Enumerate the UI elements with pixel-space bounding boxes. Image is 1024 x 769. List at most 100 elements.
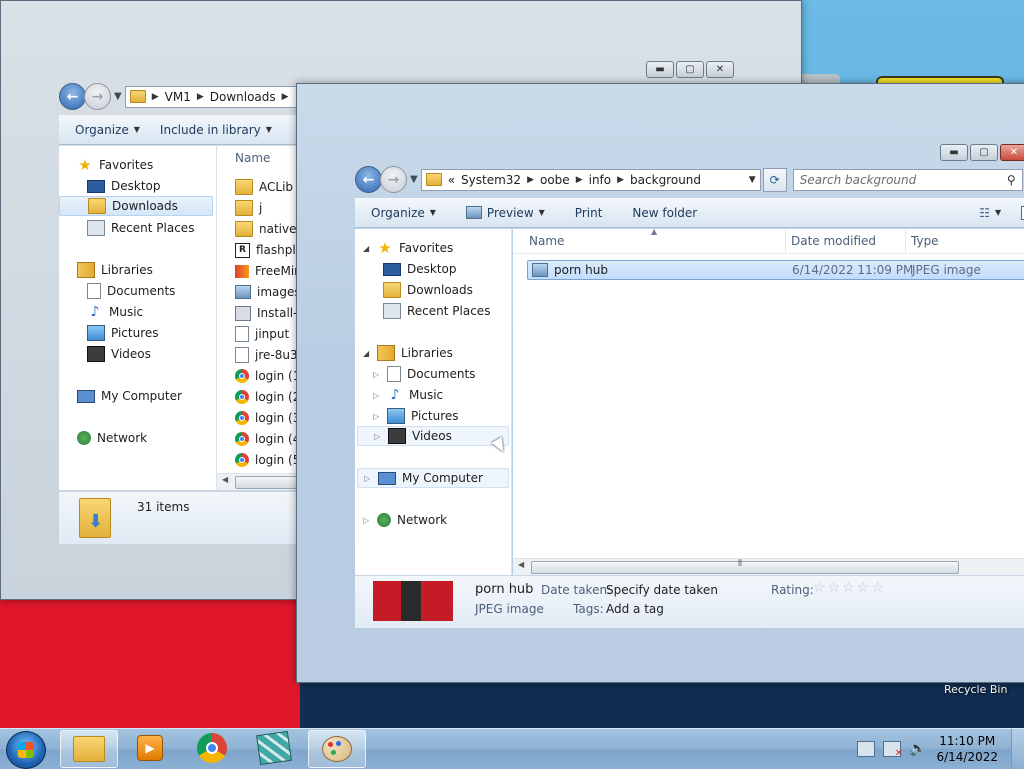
file-row[interactable]: porn hub 6/14/2022 11:09 PM JPEG image [527,260,1024,280]
breadcrumb-info[interactable]: info [589,173,612,187]
address-dropdown-icon[interactable]: ▼ [749,175,756,185]
column-divider[interactable] [905,229,906,253]
nav-libraries[interactable]: ◢ Libraries [363,343,453,363]
search-input[interactable]: Search background ⚲ [792,168,1023,191]
nav-my-computer[interactable]: My Computer [77,386,182,406]
file-row[interactable]: login (4 [235,429,297,449]
star-icon[interactable]: ☆ [871,580,884,596]
expand-icon[interactable]: ▷ [374,432,382,441]
column-header-name[interactable]: Name [235,146,270,170]
nav-downloads[interactable]: Downloads [59,196,213,216]
horizontal-scrollbar[interactable]: ◀ [217,473,297,490]
background-folder-window[interactable]: ▬ ▢ ✕ ← → ▼ « System32 ▶ oobe ▶ info ▶ b… [296,83,1024,683]
show-desktop-button[interactable] [1011,729,1024,769]
collapse-icon[interactable]: ◢ [363,349,371,358]
forward-button[interactable]: → [380,166,407,193]
chevron-right-icon[interactable]: ▶ [152,92,159,102]
address-bar[interactable]: « System32 ▶ oobe ▶ info ▶ background ▼ [420,168,761,191]
breadcrumb-overflow[interactable]: « [448,173,455,187]
expand-icon[interactable]: ▷ [373,391,381,400]
taskbar-paint[interactable] [308,730,366,768]
expand-icon[interactable]: ▷ [364,474,372,483]
close-button[interactable]: ✕ [1000,144,1024,161]
file-row[interactable]: login (5 [235,450,297,470]
expand-icon[interactable]: ▷ [363,516,371,525]
file-row[interactable]: jinput [235,324,289,344]
clock[interactable]: 11:10 PM 6/14/2022 [936,733,998,765]
nav-videos[interactable]: ▷ Videos [357,426,509,446]
address-bar[interactable]: ▶ VM1 ▶ Downloads ▶ [124,85,305,108]
collapse-icon[interactable]: ◢ [363,244,371,253]
file-row[interactable]: login (3 [235,408,297,428]
star-icon[interactable]: ☆ [857,580,870,596]
start-button[interactable] [6,731,46,769]
file-row[interactable]: ACLib [235,177,293,197]
star-icon[interactable]: ☆ [828,580,841,596]
search-icon[interactable]: ⚲ [1007,173,1016,187]
nav-desktop[interactable]: Desktop [87,176,161,196]
nav-music[interactable]: ▷ ♪ Music [373,385,443,405]
expand-icon[interactable]: ▷ [373,370,381,379]
nav-recent-places[interactable]: Recent Places [87,218,194,238]
file-row[interactable]: jre-8u33 [235,345,297,365]
file-row[interactable]: FreeMin [235,261,297,281]
maximize-button[interactable]: ▢ [970,144,998,161]
column-divider[interactable] [785,229,786,253]
file-row[interactable]: login (2 [235,387,297,407]
volume-icon[interactable]: 🔈 [909,741,926,757]
horizontal-scrollbar[interactable]: ◀ ⦀ [513,558,1024,575]
preview-menu[interactable]: Preview ▼ [465,206,545,220]
minimize-button[interactable]: ▬ [940,144,968,161]
tags-value[interactable]: Add a tag [606,602,664,616]
nav-pictures[interactable]: ▷ Pictures [373,406,459,426]
nav-desktop[interactable]: Desktop [383,259,457,279]
taskbar-chrome[interactable] [184,730,240,766]
include-in-library-menu[interactable]: Include in library ▼ [160,123,272,137]
action-center-icon[interactable] [857,741,876,757]
breadcrumb-vm1[interactable]: VM1 [165,90,191,104]
file-row[interactable]: Install-V [235,303,297,323]
back-button[interactable]: ← [59,83,86,110]
scroll-left-icon[interactable]: ◀ [518,560,524,569]
breadcrumb-downloads[interactable]: Downloads [210,90,276,104]
star-icon[interactable]: ☆ [813,580,826,596]
nav-recent-places[interactable]: Recent Places [383,301,490,321]
breadcrumb-background[interactable]: background [630,173,701,187]
taskbar-app[interactable] [246,730,302,766]
chevron-right-icon[interactable]: ▶ [576,175,583,185]
nav-downloads[interactable]: Downloads [383,280,473,300]
back-button[interactable]: ← [355,166,382,193]
minimize-button[interactable]: ▬ [646,61,674,78]
file-row[interactable]: login (1 [235,366,297,386]
expand-icon[interactable]: ▷ [373,412,381,421]
taskbar-media-player[interactable]: ▶ [122,730,178,766]
chevron-right-icon[interactable]: ▶ [282,92,289,102]
nav-documents[interactable]: Documents [87,281,175,301]
network-disconnected-icon[interactable]: ✕ [883,741,903,759]
breadcrumb-oobe[interactable]: oobe [540,173,570,187]
close-button[interactable]: ✕ [706,61,734,78]
chevron-right-icon[interactable]: ▶ [197,92,204,102]
recycle-bin-label[interactable]: Recycle Bin [944,683,1007,696]
column-header-date-modified[interactable]: Date modified [791,229,876,253]
nav-network[interactable]: Network [77,428,147,448]
star-icon[interactable]: ☆ [842,580,855,596]
nav-my-computer[interactable]: ▷ My Computer [357,468,509,488]
nav-music[interactable]: ♪ Music [87,302,144,322]
date-taken-value[interactable]: Specify date taken [606,583,718,597]
forward-button[interactable]: → [84,83,111,110]
new-folder-button[interactable]: New folder [632,206,697,220]
scrollbar-thumb[interactable]: ⦀ [531,559,959,574]
file-row[interactable]: images [235,282,297,302]
nav-pictures[interactable]: Pictures [87,323,159,343]
file-row[interactable]: natives [235,219,297,239]
maximize-button[interactable]: ▢ [676,61,704,78]
print-button[interactable]: Print [575,206,603,220]
nav-favorites[interactable]: ◢ ★ Favorites [363,238,453,258]
nav-network[interactable]: ▷ Network [363,510,447,530]
scrollbar-thumb[interactable] [235,476,297,489]
image-thumbnail[interactable] [373,581,453,621]
chevron-right-icon[interactable]: ▶ [527,175,534,185]
taskbar-windows-explorer[interactable] [60,730,118,768]
organize-menu[interactable]: Organize ▼ [75,123,140,137]
